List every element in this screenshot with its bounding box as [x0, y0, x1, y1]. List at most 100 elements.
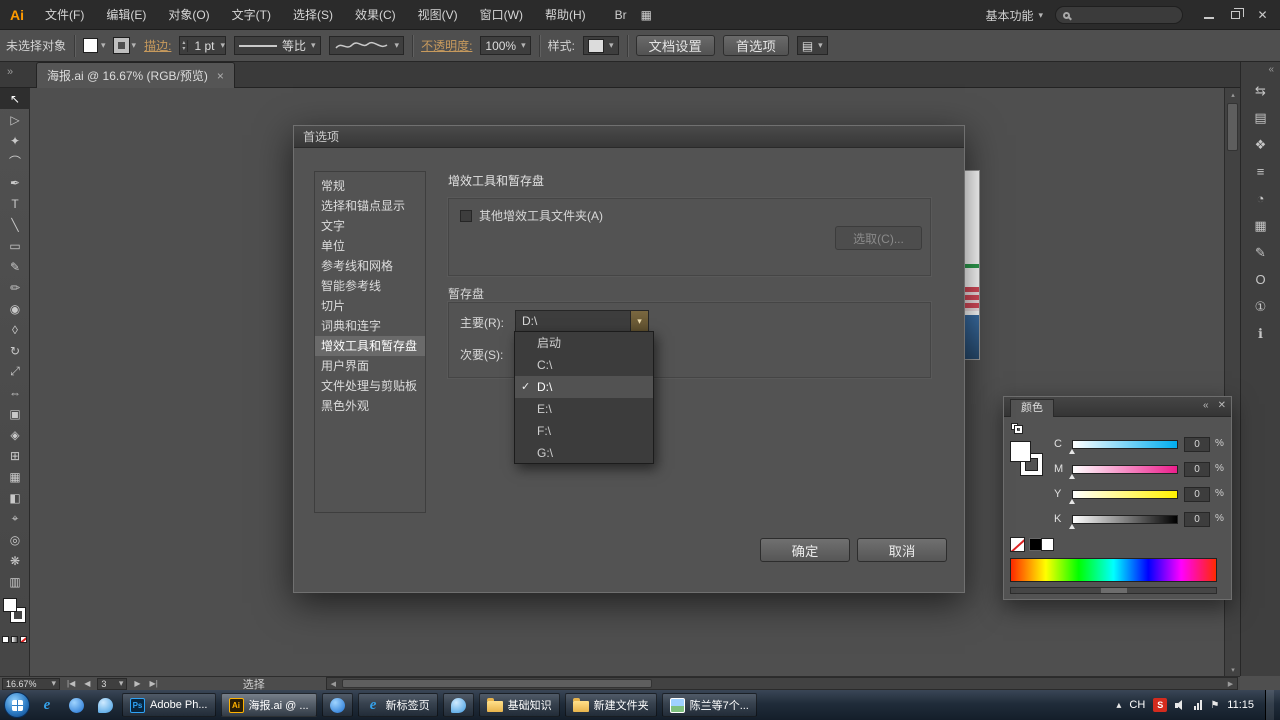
workspace-switcher[interactable]: 基本功能 ▾ [985, 7, 1043, 24]
scroll-up-icon[interactable]: ▴ [1225, 88, 1241, 101]
quick-launch-ie-icon[interactable]: e [35, 693, 59, 717]
style-select[interactable]: ▾ [582, 36, 619, 55]
primary-disk-select[interactable]: D:\ ▾ [515, 310, 649, 332]
appearance-panel-icon[interactable]: ✎ [1241, 239, 1280, 266]
taskbar-clock[interactable]: 11:15 [1227, 699, 1254, 711]
vertical-scroll-thumb[interactable] [1227, 103, 1238, 151]
symbol-sprayer-tool[interactable]: ❋ [0, 550, 30, 571]
horizontal-scrollbar[interactable]: ◀ ▶ [325, 677, 1238, 690]
stroke-panel-icon[interactable]: ≡ [1241, 158, 1280, 185]
action-center-flag-icon[interactable]: ⚑ [1210, 700, 1219, 711]
yellow-slider-thumb[interactable] [1069, 499, 1075, 504]
input-language-indicator[interactable]: CH [1129, 699, 1145, 711]
control-panel-menu[interactable]: ▤ ▾ [796, 36, 828, 55]
symbols-panel-icon[interactable]: ▦ [1241, 212, 1280, 239]
column-graph-tool[interactable]: ▥ [0, 571, 30, 592]
category-selection-anchor[interactable]: 选择和锚点显示 [315, 196, 425, 216]
mesh-tool[interactable]: ▦ [0, 466, 30, 487]
pencil-tool[interactable]: ✏ [0, 277, 30, 298]
category-type[interactable]: 文字 [315, 216, 425, 236]
minimize-button[interactable] [1195, 6, 1222, 25]
cyan-slider[interactable] [1072, 440, 1178, 449]
taskbar-button-illustrator[interactable]: Ai 海报.ai @ ... [220, 693, 317, 717]
none-swatch[interactable] [1010, 537, 1025, 552]
blend-tool[interactable]: ◎ [0, 529, 30, 550]
magic-wand-tool[interactable]: ✦ [0, 130, 30, 151]
fill-proxy-swatch[interactable] [1010, 441, 1031, 462]
gradient-mode-icon[interactable] [11, 636, 18, 643]
network-icon[interactable] [1194, 700, 1203, 710]
taskbar-button-new-tab[interactable]: e 新标签页 [357, 693, 438, 717]
taskbar-button-photoshop[interactable]: Ps Adobe Ph... [122, 693, 216, 717]
zoom-level-select[interactable]: 16.67% ▾ [2, 677, 60, 690]
other-plugins-checkbox[interactable] [460, 209, 472, 222]
restore-button[interactable] [1222, 6, 1249, 25]
category-slices[interactable]: 切片 [315, 296, 425, 316]
black-slider-thumb[interactable] [1069, 524, 1075, 529]
color-spectrum-bar[interactable] [1010, 558, 1217, 582]
none-mode-icon[interactable] [20, 636, 27, 643]
quick-launch-bird-icon[interactable] [93, 693, 117, 717]
pen-tool[interactable]: ✒ [0, 172, 30, 193]
sogou-ime-icon[interactable]: S [1153, 698, 1168, 712]
magenta-value-field[interactable]: 0 [1184, 462, 1210, 477]
document-tab[interactable]: 海报.ai @ 16.67% (RGB/预览) × [36, 62, 235, 88]
category-smart-guides[interactable]: 智能参考线 [315, 276, 425, 296]
category-plugins-scratch-disks[interactable]: 增效工具和暂存盘 [315, 336, 425, 356]
menu-item-object[interactable]: 对象(O) [157, 0, 220, 30]
menu-item-help[interactable]: 帮助(H) [534, 0, 597, 30]
panel-scrollbar[interactable] [1010, 587, 1217, 594]
chevron-down-icon[interactable]: ▾ [630, 311, 648, 331]
magenta-slider-thumb[interactable] [1069, 474, 1075, 479]
menu-item-type[interactable]: 文字(T) [221, 0, 282, 30]
category-black-appearance[interactable]: 黑色外观 [315, 396, 425, 416]
taskbar-button-messenger[interactable] [321, 693, 353, 717]
option-startup[interactable]: 启动 [515, 332, 653, 354]
magenta-slider[interactable] [1072, 465, 1178, 474]
cyan-slider-thumb[interactable] [1069, 449, 1075, 454]
show-desktop-button[interactable] [1265, 690, 1274, 720]
cyan-value-field[interactable]: 0 [1184, 437, 1210, 452]
menu-item-file[interactable]: 文件(F) [34, 0, 95, 30]
category-general[interactable]: 常规 [315, 176, 425, 196]
category-units[interactable]: 单位 [315, 236, 425, 256]
bridge-icon[interactable]: Br [615, 8, 627, 22]
menu-item-window[interactable]: 窗口(W) [469, 0, 534, 30]
eraser-tool[interactable]: ◊ [0, 319, 30, 340]
free-transform-tool[interactable]: ▣ [0, 403, 30, 424]
direct-selection-tool[interactable]: ▷ [0, 109, 30, 130]
menu-item-view[interactable]: 视图(V) [407, 0, 469, 30]
first-artboard-button[interactable]: |◀ [65, 679, 77, 688]
next-artboard-button[interactable]: ▶ [132, 679, 142, 688]
stepper-arrows-icon[interactable]: ▴ ▾ [180, 39, 189, 52]
collapse-panels-icon[interactable]: » [7, 66, 13, 78]
arrange-documents-icon[interactable]: ▦ [641, 8, 652, 22]
taskbar-button-folder-basics[interactable]: 基础知识 [478, 693, 560, 717]
menu-item-select[interactable]: 选择(S) [282, 0, 344, 30]
white-swatch[interactable] [1041, 538, 1054, 551]
scroll-right-icon[interactable]: ▶ [1224, 680, 1237, 688]
black-value-field[interactable]: 0 [1184, 512, 1210, 527]
color-mode-icon[interactable] [2, 636, 9, 643]
yellow-slider[interactable] [1072, 490, 1178, 499]
tab-close-icon[interactable]: × [217, 69, 224, 83]
previous-artboard-button[interactable]: ◀ [82, 679, 92, 688]
layers-panel-icon[interactable]: ▤ [1241, 104, 1280, 131]
width-profile-select[interactable]: 等比 ▾ [233, 36, 321, 55]
color-panel-header[interactable]: 颜色 « ✕ [1004, 397, 1231, 417]
width-tool[interactable]: ⇔ [0, 382, 30, 403]
menu-item-effect[interactable]: 效果(C) [344, 0, 407, 30]
yellow-value-field[interactable]: 0 [1184, 487, 1210, 502]
selection-tool[interactable]: ↖ [0, 88, 30, 109]
graphic-styles-panel-icon[interactable]: ❖ [1241, 131, 1280, 158]
document-setup-button[interactable]: 文档设置 [635, 35, 715, 56]
menu-item-edit[interactable]: 编辑(E) [95, 0, 157, 30]
paintbrush-tool[interactable]: ✎ [0, 256, 30, 277]
stroke-color-picker[interactable]: ▾ [112, 37, 136, 54]
scroll-left-icon[interactable]: ◀ [327, 680, 340, 688]
opacity-panel-link[interactable]: 不透明度: [421, 37, 472, 54]
cancel-button[interactable]: 取消 [857, 538, 947, 562]
rectangle-tool[interactable]: ▭ [0, 235, 30, 256]
category-hyphenation[interactable]: 词典和连字 [315, 316, 425, 336]
close-panel-icon[interactable]: ✕ [1218, 400, 1226, 411]
